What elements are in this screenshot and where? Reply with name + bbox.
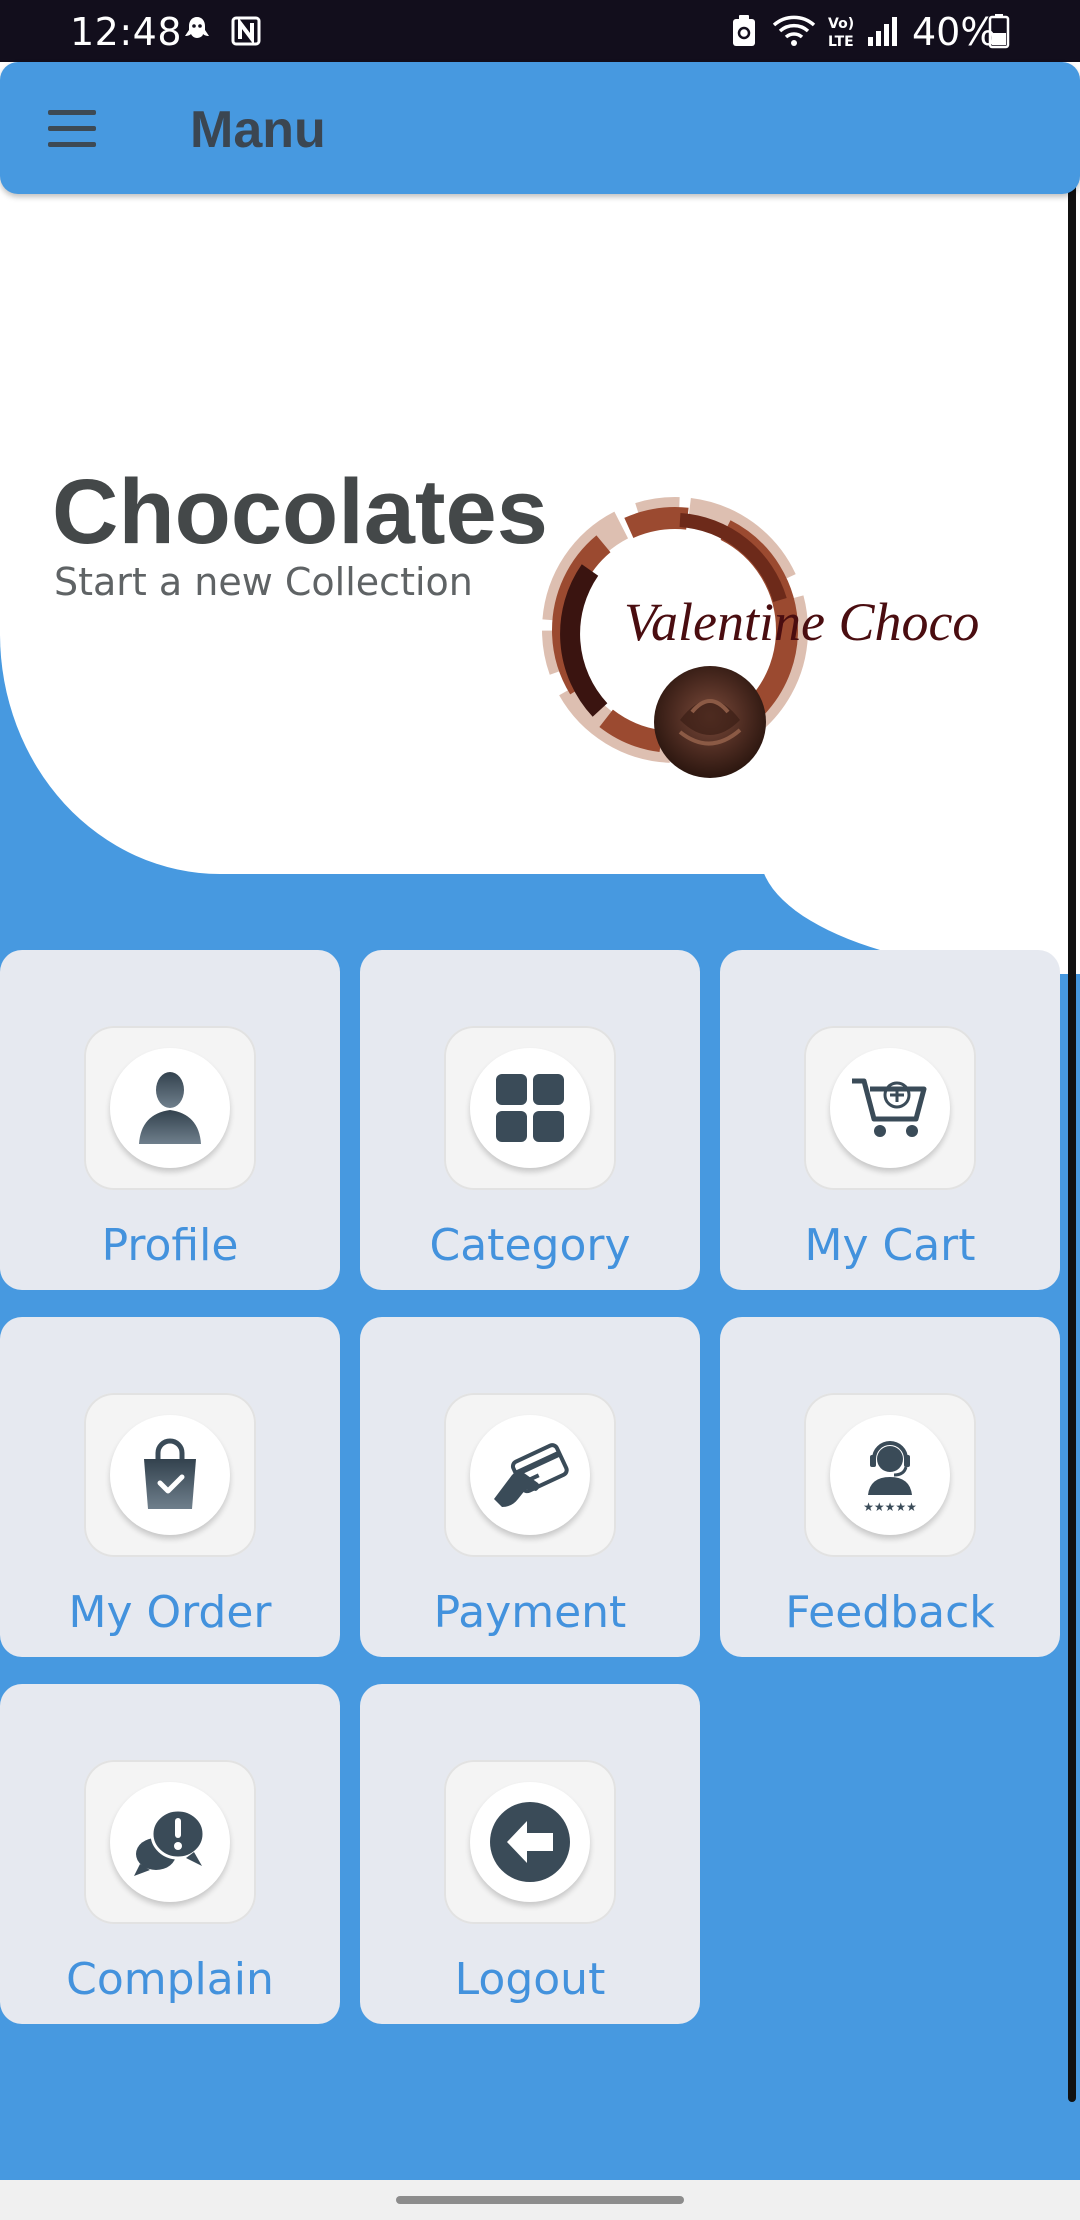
card-in-hand-icon <box>494 1443 569 1507</box>
wifi-icon <box>772 12 816 50</box>
hamburger-icon[interactable] <box>40 104 104 154</box>
logout-icon-circle <box>470 1782 590 1902</box>
svg-text:★★★★★: ★★★★★ <box>863 1500 917 1514</box>
menu-tile-my-cart[interactable]: My Cart <box>720 950 1060 1290</box>
svg-text:Vo): Vo) <box>828 16 854 32</box>
cart-icon <box>852 1078 927 1137</box>
logout-icon-frame <box>444 1760 616 1924</box>
person-icon <box>139 1072 201 1144</box>
hero-title: Chocolates <box>52 461 548 563</box>
order-icon-circle <box>110 1415 230 1535</box>
menu-label-my-cart: My Cart <box>804 1220 976 1271</box>
category-icon-frame <box>444 1026 616 1190</box>
grid-icon <box>496 1074 564 1142</box>
menu-label-logout: Logout <box>454 1954 606 2005</box>
svg-text:LTE: LTE <box>828 34 854 49</box>
logout-icon <box>490 1802 570 1882</box>
signal-icon <box>866 12 900 50</box>
n-app-icon <box>230 12 262 50</box>
hero-subtitle: Start a new Collection <box>54 560 473 604</box>
complain-icon-circle <box>110 1782 230 1902</box>
category-icon-circle <box>470 1048 590 1168</box>
menu-tile-payment[interactable]: Payment <box>360 1317 700 1657</box>
menu-label-profile: Profile <box>101 1220 239 1271</box>
complain-icon-frame <box>84 1760 256 1924</box>
app-toolbar: Manu <box>0 62 1080 194</box>
menu-label-my-order: My Order <box>68 1587 272 1638</box>
menu-tile-feedback[interactable]: ★★★★★ Feedback <box>720 1317 1060 1657</box>
order-icon-frame <box>84 1393 256 1557</box>
menu-tile-profile[interactable]: Profile <box>0 950 340 1290</box>
profile-icon-frame <box>84 1026 256 1190</box>
system-nav-bar <box>0 2180 1080 2220</box>
feedback-icon-frame: ★★★★★ <box>804 1393 976 1557</box>
battery-percentage: 40% <box>912 10 997 54</box>
status-bar: 12:48 Vo) LTE 40% <box>0 0 1080 62</box>
recycle-icon <box>730 12 758 50</box>
toolbar-title: Manu <box>190 101 326 159</box>
menu-label-complain: Complain <box>66 1954 274 2005</box>
battery-icon <box>988 12 1010 50</box>
menu-label-category: Category <box>429 1220 631 1271</box>
profile-icon-circle <box>110 1048 230 1168</box>
chat-alert-icon <box>134 1808 206 1876</box>
menu-label-payment: Payment <box>433 1587 627 1638</box>
gesture-handle[interactable] <box>396 2196 684 2204</box>
payment-icon-frame <box>444 1393 616 1557</box>
volte-icon: Vo) LTE <box>826 12 860 50</box>
shopping-bag-icon <box>144 1438 196 1509</box>
payment-icon-circle <box>470 1415 590 1535</box>
menu-tile-logout[interactable]: Logout <box>360 1684 700 2024</box>
scrollbar[interactable] <box>1068 142 1076 2102</box>
support-agent-icon: ★★★★★ <box>863 1441 917 1514</box>
status-time: 12:48 <box>70 10 183 54</box>
cart-icon-circle <box>830 1048 950 1168</box>
cart-icon-frame <box>804 1026 976 1190</box>
logo-text: Valentine Choco <box>624 592 979 652</box>
menu-tile-complain[interactable]: Complain <box>0 1684 340 2024</box>
feedback-icon-circle: ★★★★★ <box>830 1415 950 1535</box>
menu-tile-my-order[interactable]: My Order <box>0 1317 340 1657</box>
menu-label-feedback: Feedback <box>785 1587 995 1638</box>
menu-tile-category[interactable]: Category <box>360 950 700 1290</box>
ghost-notification-icon <box>182 12 212 50</box>
brand-logo: Valentine Choco <box>530 480 1030 800</box>
